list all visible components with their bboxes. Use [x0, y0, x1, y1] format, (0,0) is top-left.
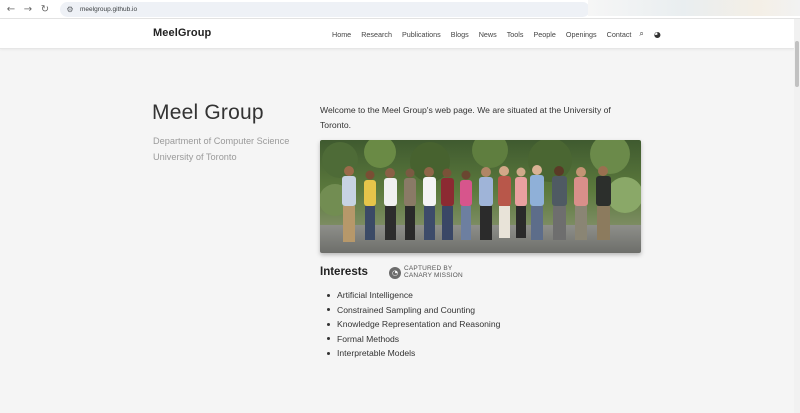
nav-openings[interactable]: Openings — [566, 30, 597, 39]
interest-label: Constrained Sampling and Counting — [337, 304, 476, 315]
bullet-icon — [327, 308, 330, 312]
site-header: MeelGroup Home Research Publications Blo… — [0, 19, 794, 49]
captured-line-2: CANARY MISSION — [404, 271, 463, 279]
interest-label: Knowledge Representation and Reasoning — [337, 319, 501, 329]
interests-list: Artificial Intelligence Constrained Samp… — [327, 288, 500, 361]
main-content: Meel Group Department of Computer Scienc… — [0, 50, 794, 413]
list-item: Formal Methods — [327, 332, 500, 347]
captured-text: CAPTURED BY CANARY MISSION — [404, 265, 463, 279]
forward-arrow-icon[interactable]: → — [21, 2, 35, 16]
bullet-icon — [327, 293, 330, 297]
bullet-icon — [327, 337, 330, 341]
palette-icon[interactable]: ◕ — [654, 30, 661, 39]
scrollbar-thumb[interactable] — [795, 41, 799, 87]
page-subtitle: Department of Computer Science Universit… — [153, 133, 289, 165]
search-icon[interactable]: ⌕ — [639, 29, 643, 39]
clock-icon: ◔ — [389, 266, 401, 279]
main-navigation: Home Research Publications Blogs News To… — [332, 29, 661, 39]
nav-tools[interactable]: Tools — [507, 30, 524, 39]
list-item: Constrained Sampling and Counting — [327, 303, 500, 318]
nav-research[interactable]: Research — [361, 30, 392, 39]
site-info-icon[interactable]: ⚙ — [65, 4, 75, 14]
list-item: Knowledge Representation and Reasoning — [327, 317, 500, 332]
page-scrollbar[interactable] — [794, 19, 800, 413]
interest-label: Artificial Intelligence — [337, 290, 413, 300]
address-bar[interactable]: ⚙ meelgroup.github.io — [60, 1, 590, 17]
url-text: meelgroup.github.io — [80, 5, 138, 13]
list-item: Interpretable Models — [327, 346, 500, 361]
nav-contact[interactable]: Contact — [607, 30, 632, 39]
welcome-text: Welcome to the Meel Group's web page. We… — [320, 105, 611, 130]
interests-heading: Interests — [320, 266, 368, 278]
nav-news[interactable]: News — [479, 30, 497, 39]
browser-extension-area — [588, 0, 800, 16]
captured-badge[interactable]: ◔ CAPTURED BY CANARY MISSION — [389, 265, 463, 279]
bullet-icon — [327, 351, 330, 355]
nav-publications[interactable]: Publications — [402, 30, 441, 39]
group-photo — [320, 140, 641, 253]
interest-label: Formal Methods — [337, 333, 400, 344]
back-arrow-icon[interactable]: ← — [4, 2, 18, 16]
group-photo-image — [320, 140, 641, 253]
nav-blogs[interactable]: Blogs — [451, 30, 469, 39]
interest-label: Interpretable Models — [337, 348, 416, 358]
reload-icon[interactable]: ↻ — [38, 2, 52, 16]
list-item: Artificial Intelligence — [327, 288, 500, 303]
subtitle-department: Department of Computer Science — [153, 136, 290, 146]
nav-people[interactable]: People — [533, 30, 555, 39]
nav-home[interactable]: Home — [332, 30, 351, 39]
subtitle-university: University of Toronto — [153, 152, 237, 162]
bullet-icon — [327, 322, 330, 326]
site-brand[interactable]: MeelGroup — [153, 27, 211, 39]
page-title: Meel Group — [152, 101, 264, 124]
